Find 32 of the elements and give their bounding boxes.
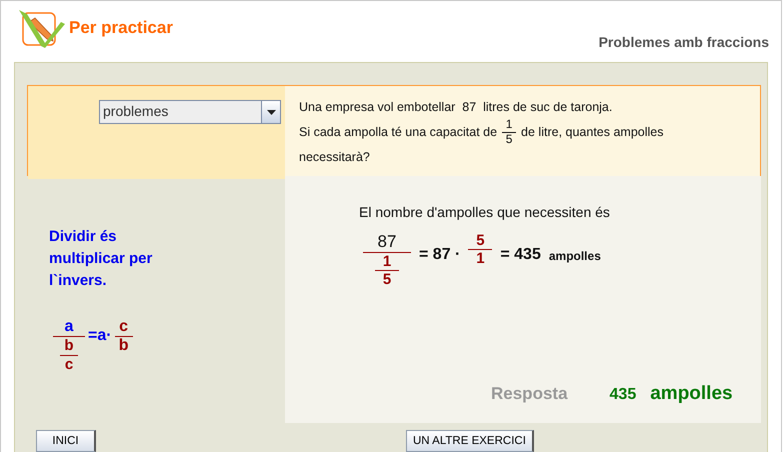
fraction-numerator: 1 [506,118,512,132]
solution-intro: El nombre d'ampolles que necessiten és [359,204,611,220]
problem-text: Si cada ampolla té una capacitat de [299,124,498,141]
equation-term: 5 [382,270,392,288]
answer-value: 435 [610,386,636,404]
equation-term: 5 [476,232,485,250]
formula-term: a [64,318,74,336]
nav-button[interactable]: UN ALTRE EXERCICI [406,430,534,452]
answer-unit: ampolles [650,383,733,405]
rule-text: Dividir és multiplicar per l`invers. [49,227,154,291]
formula-term: b [118,337,128,356]
answer-label: Resposta [491,384,568,404]
formula-term: b [64,337,74,355]
problem-select[interactable]: problemes [99,100,281,124]
equation-term: 1 [382,252,392,270]
formula-term: c [119,318,128,336]
formula-term: c [64,356,74,373]
caret-icon [266,110,276,114]
page-subtitle: Problemes amb fraccions [598,34,769,50]
equation-unit: ampolles [548,249,601,263]
equation-result: = 435 [500,246,541,264]
nav-button[interactable]: INICI [36,430,96,452]
equation-term: 87 [378,232,396,252]
equation-term: 1 [476,250,485,268]
problem-text: de litre, quantes ampolles [521,124,664,141]
pencil-check-icon [19,10,67,50]
equation-step: = 87 · [419,246,460,264]
problem-text: Una empresa vol embotellar 87 litres de suc de taronja. [299,100,612,114]
page-title: Per practicar [69,18,173,38]
fraction-denominator: 5 [506,133,512,147]
formula-equals: =a· [88,327,112,345]
problem-text: necessitarà? [299,150,370,164]
